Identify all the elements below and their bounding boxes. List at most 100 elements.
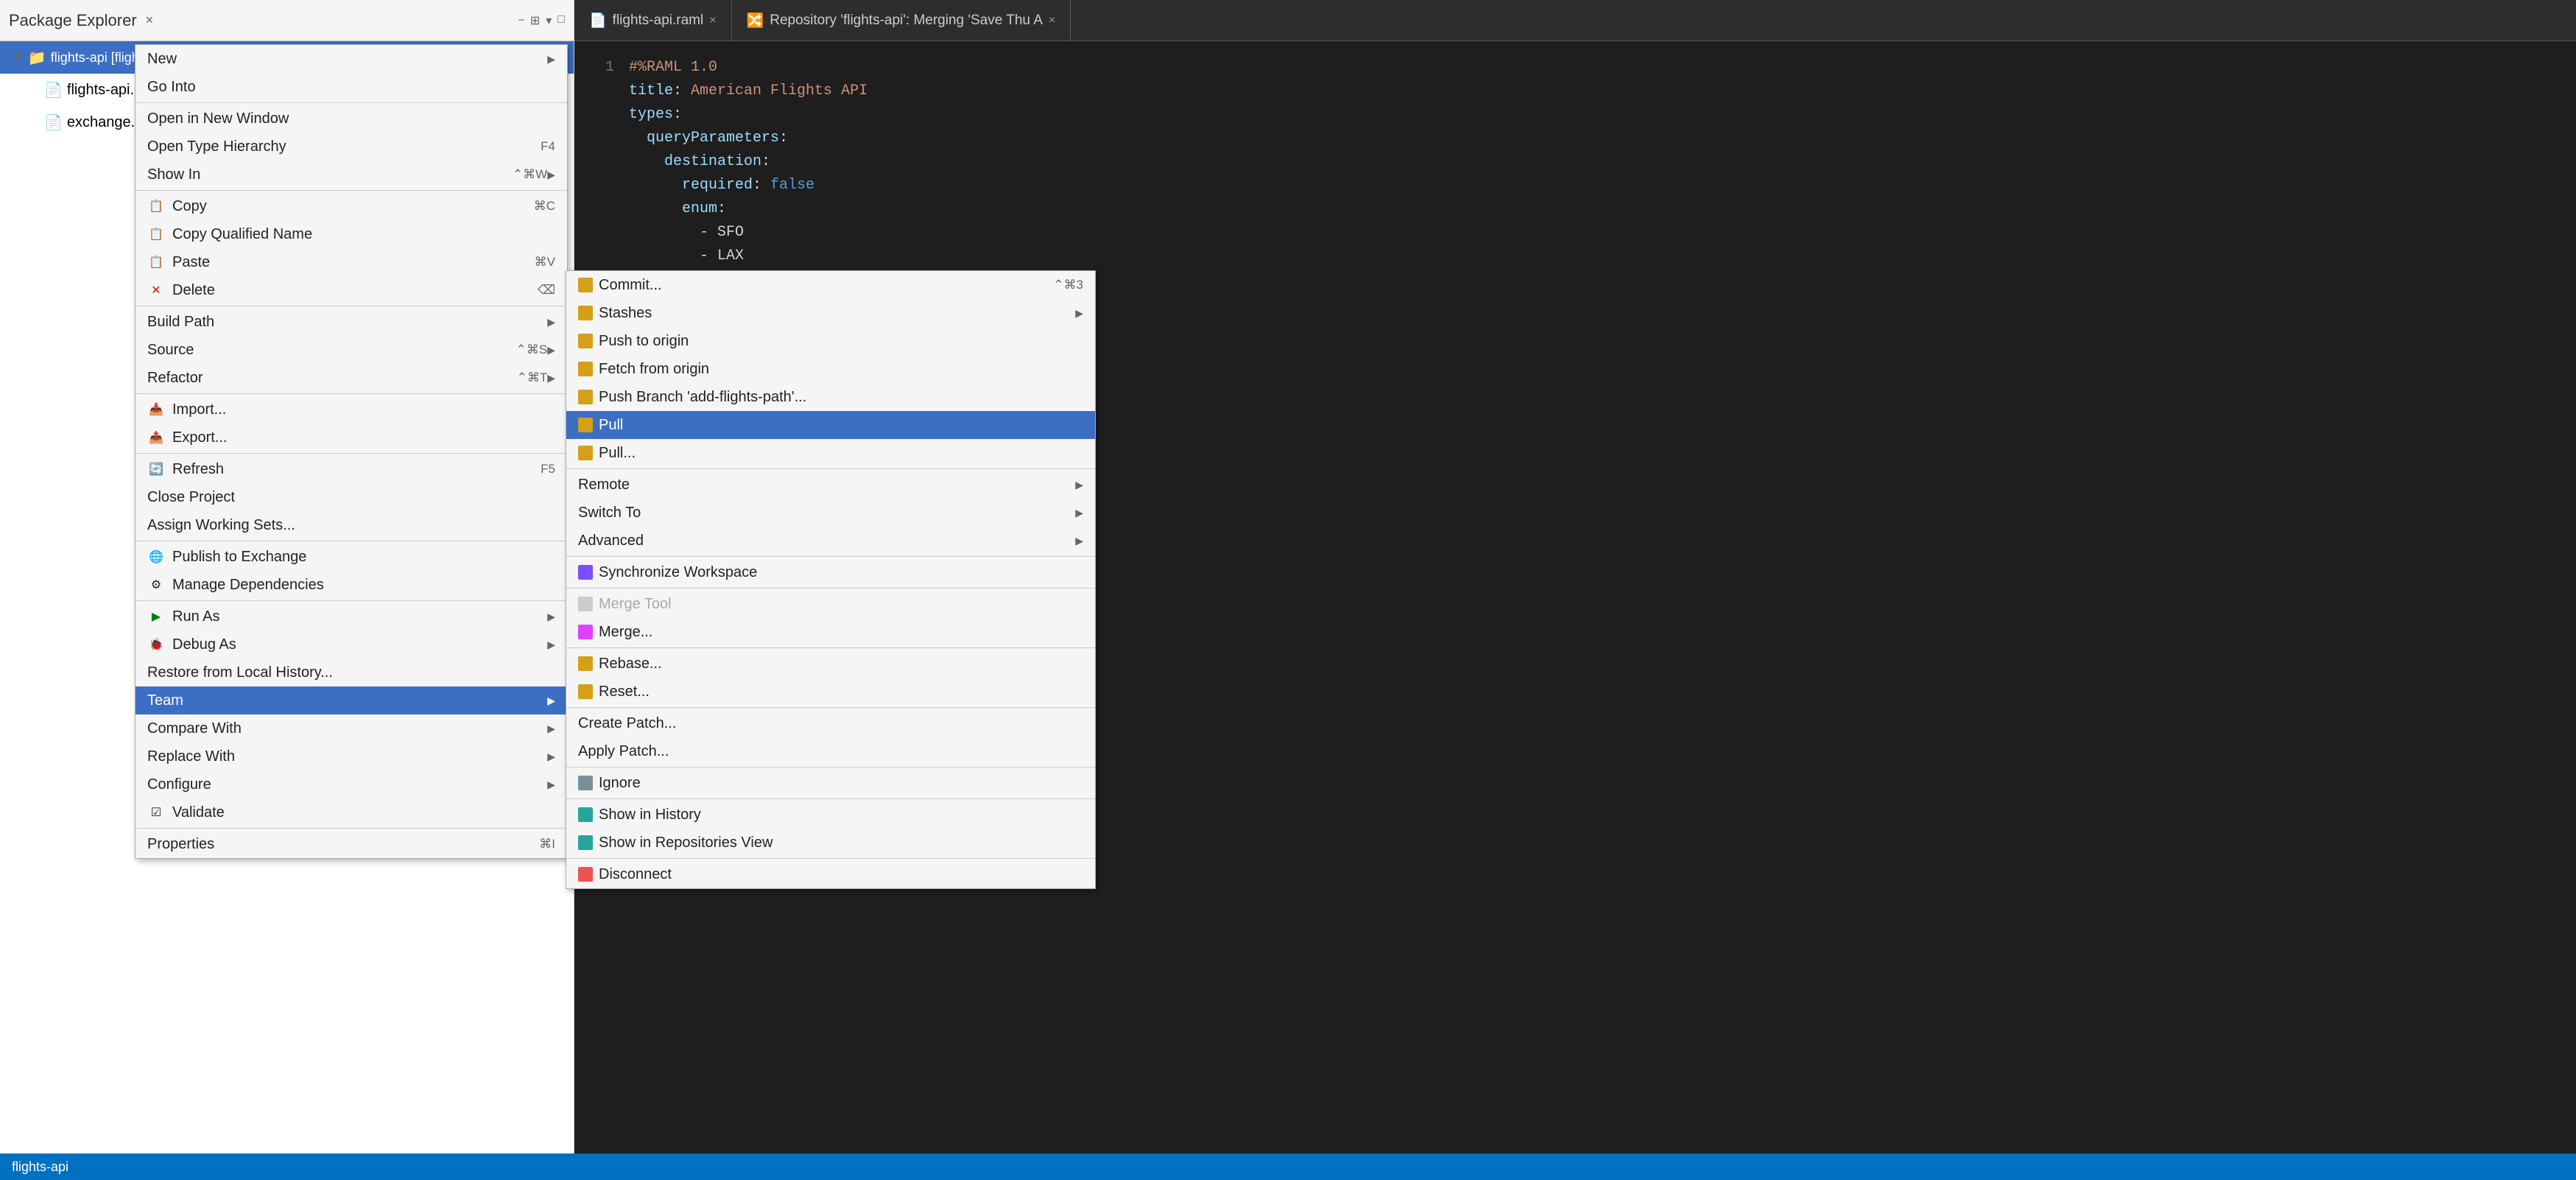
menu-item-new[interactable]: New ▶: [136, 45, 567, 73]
menu-item-show-in-label: Show In: [147, 166, 498, 183]
menu-item-configure[interactable]: Configure ▶: [136, 770, 567, 798]
team-menu-rebase[interactable]: Rebase...: [566, 650, 1095, 678]
team-menu-commit[interactable]: Commit... ⌃⌘3: [566, 271, 1095, 299]
menu-item-debug-as-label: Debug As: [172, 636, 547, 653]
ignore-icon: [578, 776, 593, 790]
team-menu-merge-tool[interactable]: Merge Tool: [566, 590, 1095, 618]
tab-close-raml[interactable]: ×: [709, 14, 716, 27]
team-menu-pull-ellipsis[interactable]: Pull...: [566, 439, 1095, 467]
team-separator-6: [566, 767, 1095, 768]
tab-label-repo: Repository 'flights-api': Merging 'Save …: [770, 13, 1043, 29]
team-separator-3: [566, 588, 1095, 589]
menu-separator-5: [136, 453, 567, 454]
dropdown-icon[interactable]: ▾: [546, 13, 552, 28]
team-menu-ignore[interactable]: Ignore: [566, 769, 1095, 797]
pull-ellipsis-icon: [578, 446, 593, 460]
menu-item-replace-with[interactable]: Replace With ▶: [136, 742, 567, 770]
layout-icon[interactable]: ⊞: [530, 13, 540, 28]
team-menu-push-branch[interactable]: Push Branch 'add-flights-path'...: [566, 383, 1095, 411]
team-menu-switch-to[interactable]: Switch To ▶: [566, 499, 1095, 527]
team-menu-merge[interactable]: Merge...: [566, 618, 1095, 646]
menu-item-validate[interactable]: ☑ Validate: [136, 798, 567, 826]
menu-item-refresh[interactable]: 🔄 Refresh F5: [136, 455, 567, 483]
team-menu-pull[interactable]: Pull: [566, 411, 1095, 439]
tab-repository[interactable]: 🔀 Repository 'flights-api': Merging 'Sav…: [732, 0, 1071, 41]
menu-arrow-show-in: ▶: [547, 169, 555, 181]
team-menu-apply-patch[interactable]: Apply Patch...: [566, 737, 1095, 765]
menu-item-properties-label: Properties: [147, 836, 524, 853]
team-menu-stashes[interactable]: Stashes ▶: [566, 299, 1095, 327]
team-menu-disconnect[interactable]: Disconnect: [566, 860, 1095, 888]
status-bar-text: flights-api: [12, 1159, 68, 1175]
menu-item-source[interactable]: Source ⌃⌘S ▶: [136, 336, 567, 364]
menu-item-new-label: New: [147, 51, 547, 68]
menu-item-copy-qualified-name[interactable]: 📋 Copy Qualified Name: [136, 220, 567, 248]
menu-arrow-refactor: ▶: [547, 372, 555, 384]
push-branch-icon: [578, 390, 593, 404]
team-menu-fetch-from-origin[interactable]: Fetch from origin: [566, 355, 1095, 383]
menu-item-validate-label: Validate: [172, 804, 555, 821]
maximize-icon[interactable]: □: [557, 13, 565, 28]
menu-item-run-as[interactable]: ▶ Run As ▶: [136, 603, 567, 631]
menu-arrow-compare: ▶: [547, 723, 555, 735]
team-menu-show-in-history[interactable]: Show in History: [566, 801, 1095, 829]
menu-item-open-type-hierarchy[interactable]: Open Type Hierarchy F4: [136, 133, 567, 161]
menu-arrow-source: ▶: [547, 344, 555, 357]
menu-item-copy-qualified-label: Copy Qualified Name: [172, 226, 555, 243]
menu-item-publish-exchange[interactable]: 🌐 Publish to Exchange: [136, 543, 567, 571]
menu-item-source-label: Source: [147, 342, 502, 359]
menu-shortcut-show-in: ⌃⌘W: [513, 167, 547, 182]
menu-item-refactor[interactable]: Refactor ⌃⌘T ▶: [136, 364, 567, 392]
menu-item-build-path[interactable]: Build Path ▶: [136, 308, 567, 336]
menu-item-import[interactable]: 📥 Import...: [136, 396, 567, 424]
team-menu-push-to-origin-label: Push to origin: [599, 333, 1083, 350]
menu-item-paste[interactable]: 📋 Paste ⌘V: [136, 248, 567, 276]
status-bar: flights-api: [0, 1153, 2576, 1180]
editor-line-7: enum:: [592, 197, 2558, 221]
menu-item-compare-with[interactable]: Compare With ▶: [136, 714, 567, 742]
menu-item-copy-label: Copy: [172, 198, 519, 215]
menu-item-show-in[interactable]: Show In ⌃⌘W ▶: [136, 161, 567, 189]
team-menu-reset[interactable]: Reset...: [566, 678, 1095, 706]
panel-close-button[interactable]: ×: [146, 13, 154, 28]
menu-arrow-team: ▶: [547, 695, 555, 707]
team-menu-create-patch[interactable]: Create Patch...: [566, 709, 1095, 737]
team-submenu: Commit... ⌃⌘3 Stashes ▶ Push to origin F…: [566, 270, 1096, 889]
menu-item-open-new-window[interactable]: Open in New Window: [136, 105, 567, 133]
team-menu-show-in-repositories-view[interactable]: Show in Repositories View: [566, 829, 1095, 857]
team-menu-advanced[interactable]: Advanced ▶: [566, 527, 1095, 555]
tab-flights-api-raml[interactable]: 📄 flights-api.raml ×: [574, 0, 732, 41]
disconnect-icon: [578, 867, 593, 882]
menu-item-type-hierarchy-label: Open Type Hierarchy: [147, 138, 526, 155]
menu-item-close-project-label: Close Project: [147, 489, 555, 506]
team-menu-advanced-label: Advanced: [578, 533, 1075, 549]
menu-shortcut-delete: ⌫: [538, 283, 555, 298]
menu-item-export[interactable]: 📤 Export...: [136, 424, 567, 452]
team-menu-remote[interactable]: Remote ▶: [566, 471, 1095, 499]
minimize-icon[interactable]: ⎯: [518, 13, 524, 28]
team-menu-push-to-origin[interactable]: Push to origin: [566, 327, 1095, 355]
menu-item-compare-with-label: Compare With: [147, 720, 547, 737]
tab-label-raml: flights-api.raml: [613, 13, 704, 29]
team-menu-synchronize-workspace[interactable]: Synchronize Workspace: [566, 558, 1095, 586]
menu-item-copy[interactable]: 📋 Copy ⌘C: [136, 192, 567, 220]
menu-shortcut-paste: ⌘V: [535, 255, 555, 270]
menu-item-close-project[interactable]: Close Project: [136, 483, 567, 511]
menu-item-delete[interactable]: ✕ Delete ⌫: [136, 276, 567, 304]
menu-item-team[interactable]: Team ▶: [136, 686, 567, 714]
menu-item-go-into[interactable]: Go Into: [136, 73, 567, 101]
menu-item-manage-dependencies[interactable]: ⚙ Manage Dependencies: [136, 571, 567, 599]
menu-item-restore-local-history[interactable]: Restore from Local History...: [136, 659, 567, 686]
team-separator-1: [566, 468, 1095, 469]
menu-item-debug-as[interactable]: 🐞 Debug As ▶: [136, 631, 567, 659]
menu-item-assign-working-sets[interactable]: Assign Working Sets...: [136, 511, 567, 539]
tab-close-repo[interactable]: ×: [1049, 14, 1055, 27]
menu-arrow-configure: ▶: [547, 779, 555, 791]
team-menu-pull-label: Pull: [599, 417, 1083, 434]
menu-item-properties[interactable]: Properties ⌘I: [136, 830, 567, 858]
team-menu-create-patch-label: Create Patch...: [578, 715, 1083, 732]
menu-item-restore-local-history-label: Restore from Local History...: [147, 664, 555, 681]
team-separator-8: [566, 858, 1095, 859]
team-menu-merge-label: Merge...: [599, 624, 1083, 641]
publish-icon: 🌐: [147, 548, 165, 566]
